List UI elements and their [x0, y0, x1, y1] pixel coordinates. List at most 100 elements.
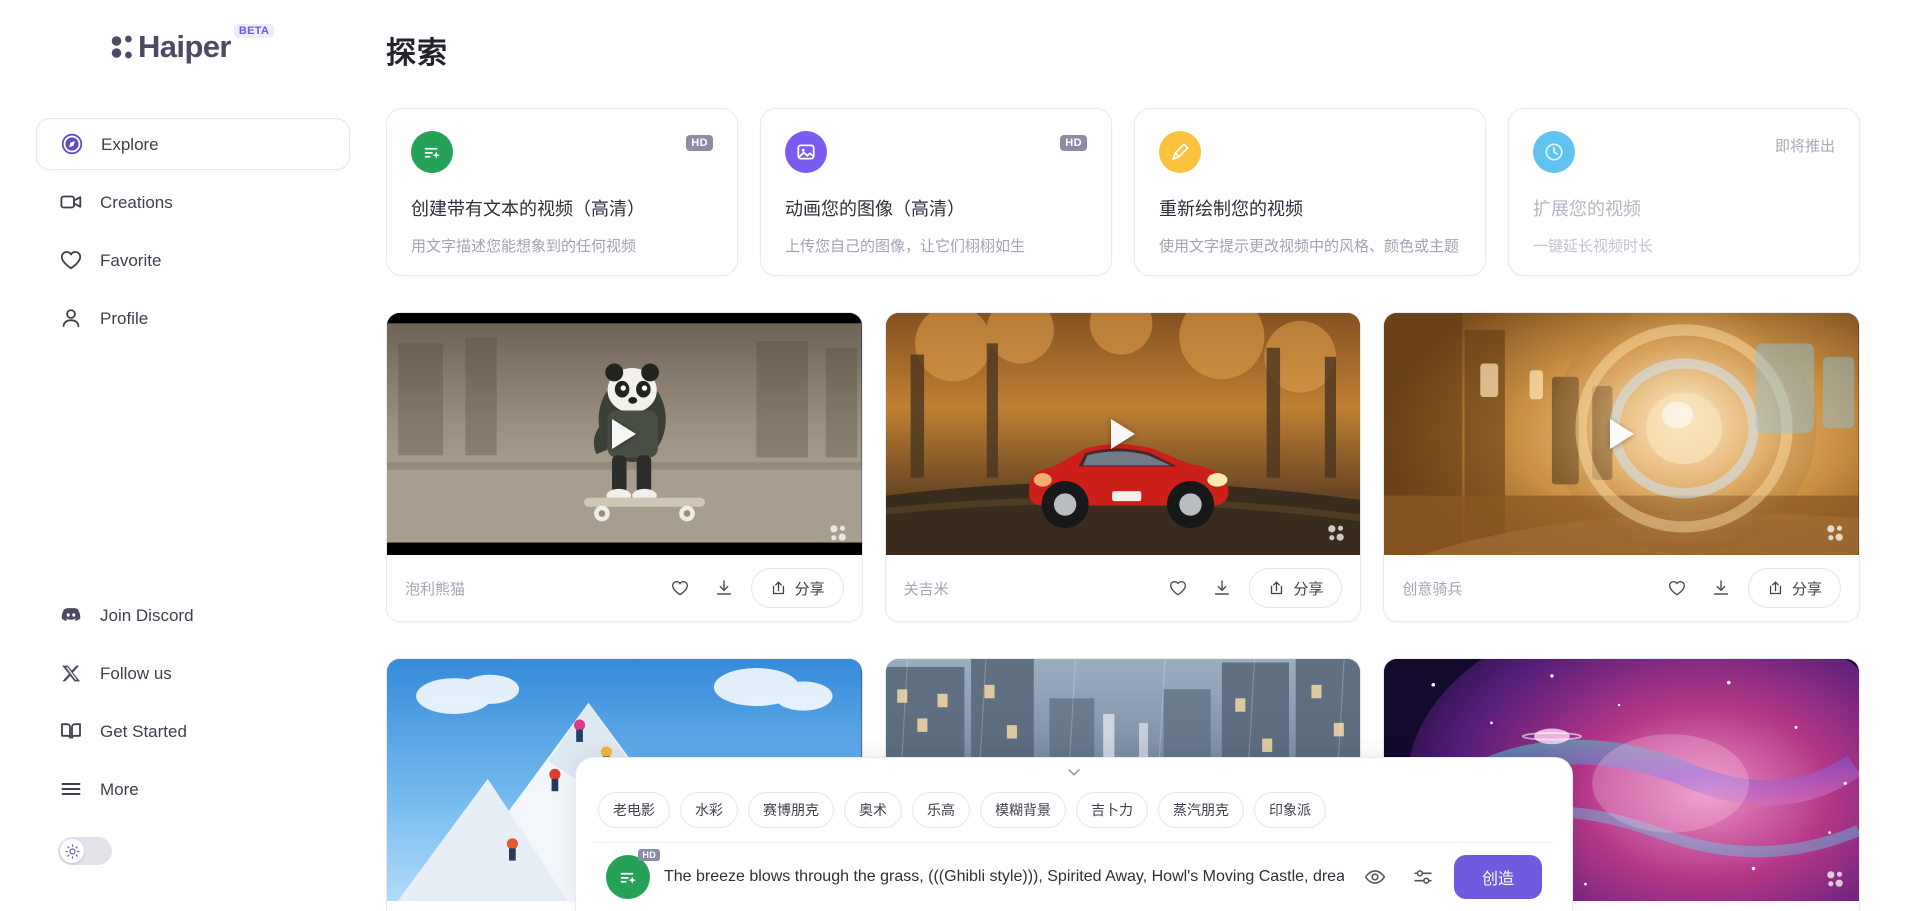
style-tag[interactable]: 老电影 — [598, 792, 670, 828]
haiper-watermark-icon — [828, 523, 848, 543]
create-button[interactable]: 创造 — [1453, 855, 1542, 899]
eye-icon[interactable] — [1358, 860, 1392, 894]
favorite-icon[interactable] — [1161, 571, 1195, 605]
sidebar-item-label: More — [100, 779, 139, 799]
favorite-icon[interactable] — [1660, 571, 1694, 605]
feature-card-title: 动画您的图像（高清） — [785, 199, 965, 219]
paint-brush-icon — [1159, 131, 1201, 173]
style-tag[interactable]: 蒸汽朋克 — [1158, 792, 1244, 828]
play-button[interactable] — [1609, 419, 1634, 449]
page-title: 探索 — [386, 37, 448, 70]
book-icon — [58, 718, 84, 744]
theme-toggle[interactable] — [58, 837, 112, 865]
haiper-logo-icon — [110, 34, 136, 60]
style-tag[interactable]: 赛博朋克 — [748, 792, 834, 828]
video-title: 关吉米 — [903, 580, 949, 598]
play-button[interactable] — [1111, 419, 1135, 449]
sidebar-item-label: Favorite — [100, 250, 162, 270]
feature-card-desc: 一键延长视频时长 — [1533, 238, 1654, 255]
sidebar-item-join-discord[interactable]: Join Discord — [36, 589, 350, 641]
sidebar-item-creations[interactable]: Creations — [36, 176, 350, 228]
haiper-watermark-icon — [1825, 523, 1845, 543]
feature-card-title: 扩展您的视频 — [1533, 199, 1641, 219]
prompt-bar: 老电影 水彩 赛博朋克 奥术 乐高 模糊背景 吉卜力 蒸汽朋克 印象派 HD T… — [575, 757, 1573, 911]
user-icon — [58, 305, 84, 331]
coming-soon-badge: 即将推出 — [1774, 138, 1835, 155]
hd-badge: HD — [638, 849, 660, 861]
video-thumbnail[interactable] — [387, 313, 862, 555]
brand-row: Haiper BETA — [36, 18, 350, 82]
brand-name: Haiper — [138, 29, 231, 64]
style-tag[interactable]: 吉卜力 — [1076, 792, 1148, 828]
style-tag[interactable]: 水彩 — [680, 792, 738, 828]
style-tag[interactable]: 印象派 — [1254, 792, 1326, 828]
video-thumbnail[interactable] — [885, 313, 1361, 555]
sidebar-item-label: Get Started — [100, 721, 187, 741]
feature-card-text-to-video[interactable]: HD 创建带有文本的视频（高清） 用文字描述您能想象到的任何视频 — [386, 108, 738, 276]
app-root: Haiper BETA Explore Creations Favorite P… — [0, 0, 1920, 911]
sidebar-item-label: Profile — [100, 308, 149, 328]
video-card[interactable]: 创意骑兵 分享 — [1383, 312, 1861, 622]
video-card[interactable]: 泡利熊猫 分享 — [386, 312, 863, 622]
secondary-nav: Join Discord Follow us Get Started More — [36, 589, 350, 911]
feature-card-title: 创建带有文本的视频（高清） — [411, 199, 645, 219]
haiper-watermark-icon — [1825, 869, 1845, 889]
x-twitter-icon — [58, 660, 84, 686]
text-to-video-icon — [411, 131, 453, 173]
feature-card-desc: 上传您自己的图像，让它们栩栩如生 — [785, 238, 1026, 255]
feature-card-extend-video: 即将推出 扩展您的视频 一键延长视频时长 — [1508, 108, 1860, 276]
collapse-prompt-bar-button[interactable] — [576, 758, 1572, 786]
style-tag[interactable]: 奥术 — [844, 792, 902, 828]
sidebar-item-explore[interactable]: Explore — [36, 118, 350, 170]
play-button[interactable] — [612, 419, 637, 449]
brand-logo-group[interactable]: Haiper BETA — [110, 24, 275, 64]
sidebar-item-more[interactable]: More — [36, 763, 350, 815]
clock-icon — [1533, 131, 1575, 173]
share-label: 分享 — [1792, 580, 1823, 598]
sidebar-item-label: Creations — [100, 192, 173, 212]
sidebar-item-label: Join Discord — [100, 605, 194, 625]
sidebar-item-label: Explore — [101, 134, 159, 154]
download-icon[interactable] — [707, 571, 741, 605]
prompt-input[interactable] — [664, 868, 1344, 886]
video-title: 创意骑兵 — [1402, 580, 1463, 598]
style-tag-list: 老电影 水彩 赛博朋克 奥术 乐高 模糊背景 吉卜力 蒸汽朋克 印象派 — [576, 786, 1572, 842]
feature-card-animate-image[interactable]: HD 动画您的图像（高清） 上传您自己的图像，让它们栩栩如生 — [760, 108, 1112, 276]
hamburger-menu-icon — [58, 776, 84, 802]
download-icon[interactable] — [1704, 571, 1738, 605]
favorite-icon[interactable] — [663, 571, 697, 605]
feature-card-title: 重新绘制您的视频 — [1159, 199, 1303, 219]
download-icon[interactable] — [1205, 571, 1239, 605]
share-button[interactable]: 分享 — [1249, 568, 1343, 608]
feature-card-desc: 使用文字提示更改视频中的风格、颜色或主题 — [1159, 238, 1460, 255]
sidebar-item-get-started[interactable]: Get Started — [36, 705, 350, 757]
image-icon — [785, 131, 827, 173]
sliders-icon[interactable] — [1406, 860, 1440, 894]
video-grid-row-1: 泡利熊猫 分享 关吉米 分享 创意骑兵 分享 — [386, 312, 1861, 622]
primary-nav: Explore Creations Favorite Profile — [36, 118, 350, 344]
feature-card-desc: 用文字描述您能想象到的任何视频 — [411, 238, 637, 255]
sun-icon — [64, 843, 80, 859]
prompt-input-row: HD 创造 — [594, 842, 1554, 911]
style-tag[interactable]: 乐高 — [912, 792, 970, 828]
feature-card-repaint-video[interactable]: 重新绘制您的视频 使用文字提示更改视频中的风格、颜色或主题 — [1134, 108, 1486, 276]
style-tag[interactable]: 模糊背景 — [980, 792, 1066, 828]
share-button[interactable]: 分享 — [1748, 568, 1842, 608]
feature-card-row: HD 创建带有文本的视频（高清） 用文字描述您能想象到的任何视频 HD 动画您的… — [386, 108, 1860, 276]
video-card[interactable]: 关吉米 分享 — [884, 312, 1362, 622]
share-button[interactable]: 分享 — [750, 568, 844, 608]
video-thumbnail[interactable] — [1384, 313, 1860, 555]
video-card-meta: 泡利熊猫 分享 — [387, 555, 862, 621]
sidebar-item-follow-us[interactable]: Follow us — [36, 647, 350, 699]
share-icon — [770, 580, 787, 597]
hd-badge: HD — [1060, 135, 1087, 151]
hd-badge: HD — [686, 135, 713, 151]
video-title: 泡利熊猫 — [405, 580, 466, 598]
model-selector-button[interactable]: HD — [606, 849, 660, 899]
compass-icon — [59, 131, 85, 157]
share-label: 分享 — [1293, 580, 1324, 598]
sidebar-item-favorite[interactable]: Favorite — [36, 234, 350, 286]
sidebar-item-profile[interactable]: Profile — [36, 292, 350, 344]
share-icon — [1268, 580, 1285, 597]
haiper-watermark-icon — [1326, 523, 1346, 543]
